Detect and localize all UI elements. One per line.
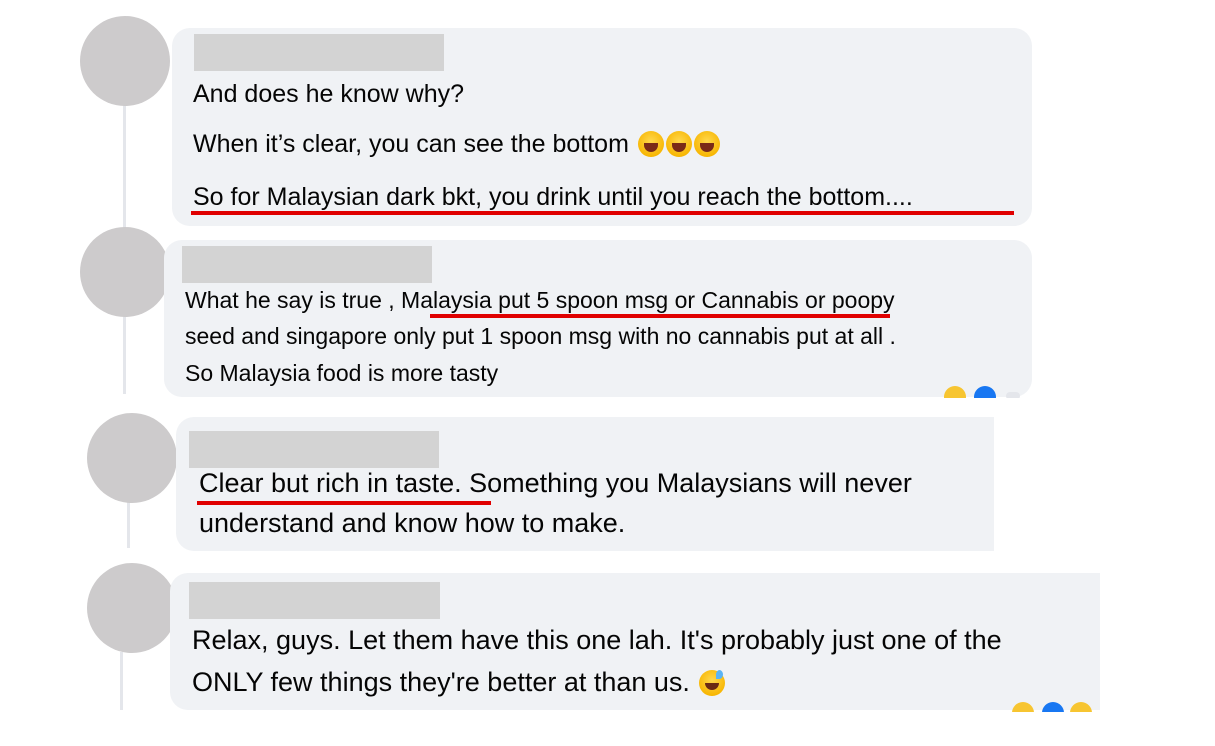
haha-reaction-icon [944, 386, 966, 398]
comment-text: Something you Malaysians will never [461, 468, 912, 498]
comment-text-line: Clear but rich in taste. Something you M… [199, 468, 912, 499]
comment-text: ONLY few things they're better at than u… [192, 667, 690, 697]
comment-bubble: Clear but rich in taste. Something you M… [176, 417, 994, 551]
sweat-smile-emoji-icon [699, 670, 726, 696]
avatar[interactable] [80, 227, 170, 317]
red-underline [191, 211, 1014, 215]
highlighted-comment-text: So for Malaysian dark bkt, you drink unt… [193, 183, 913, 211]
laughing-tears-emoji-icon [637, 131, 664, 157]
avatar[interactable] [80, 16, 170, 106]
redacted-author-name [189, 431, 439, 468]
comment-text-line: ONLY few things they're better at than u… [192, 667, 726, 698]
comment-bubble: Relax, guys. Let them have this one lah.… [170, 573, 1100, 710]
comment-text-line: So Malaysia food is more tasty [185, 360, 499, 386]
comment-text-line: Relax, guys. Let them have this one lah.… [192, 625, 1002, 655]
haha-reaction-icon [1070, 702, 1092, 712]
laughing-tears-emoji-icon [693, 131, 720, 157]
haha-reaction-icon [1012, 702, 1034, 712]
red-underline [430, 314, 890, 318]
comment-text: or poopy [798, 287, 895, 313]
thread-line [127, 500, 130, 548]
reaction-count [1006, 392, 1020, 398]
comment-text: When it’s clear, you can see the bottom [193, 130, 629, 158]
comment-text-line: What he say is true , Malaysia put 5 spo… [185, 287, 895, 314]
red-underline [197, 501, 491, 505]
reaction-summary[interactable] [1012, 702, 1102, 712]
comment-text: What he say is true , [185, 287, 402, 313]
redacted-author-name [182, 246, 432, 283]
redacted-author-name [189, 582, 440, 619]
highlighted-comment-text: Clear but rich in taste. [199, 468, 462, 498]
comment-bubble: What he say is true , Malaysia put 5 spo… [164, 240, 1032, 397]
highlighted-comment-text: Malaysia put 5 spoon msg or Cannabis [401, 287, 799, 313]
comment-text-line: understand and know how to make. [199, 508, 626, 538]
laughing-tears-emoji-icon [665, 131, 692, 157]
redacted-author-name [194, 34, 444, 71]
comment-bubble: And does he know why? When it’s clear, y… [172, 28, 1032, 226]
reaction-summary[interactable] [944, 386, 1034, 398]
like-reaction-icon [974, 386, 996, 398]
comment-text-line: seed and singapore only put 1 spoon msg … [185, 323, 896, 349]
avatar[interactable] [87, 563, 177, 653]
comment-text-line: And does he know why? [193, 80, 465, 108]
thread-line [120, 652, 123, 710]
like-reaction-icon [1042, 702, 1064, 712]
comment-text-line: When it’s clear, you can see the bottom [193, 130, 720, 159]
avatar[interactable] [87, 413, 177, 503]
